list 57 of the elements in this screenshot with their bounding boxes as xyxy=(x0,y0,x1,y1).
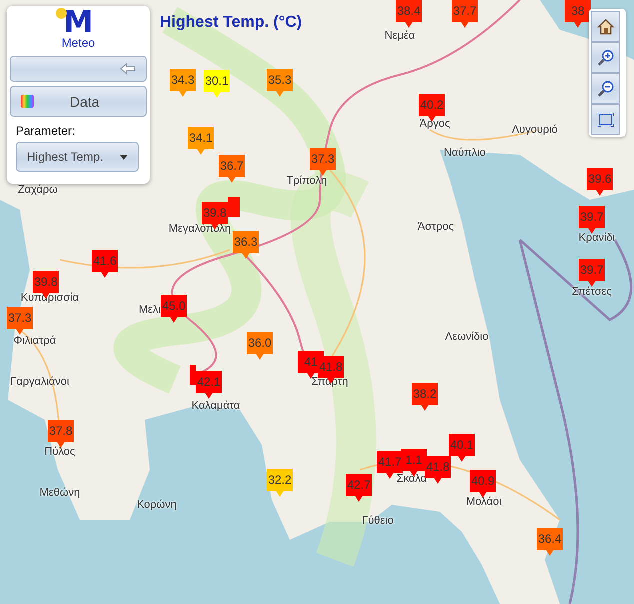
temperature-marker[interactable]: 36.7 xyxy=(219,155,245,183)
place-label: Ναύπλιο xyxy=(444,147,486,159)
temperature-marker[interactable]: 41.8 xyxy=(425,456,451,484)
temperature-marker[interactable]: 40.9 xyxy=(470,470,496,498)
logo-mark: M xyxy=(64,10,94,36)
temperature-marker[interactable]: 30.1 xyxy=(204,70,230,98)
place-label: Σπέτσες xyxy=(572,286,612,298)
place-label: Κορώνη xyxy=(137,499,177,511)
caret-icon xyxy=(120,154,128,160)
parameter-dropdown[interactable]: Highest Temp. xyxy=(16,142,139,172)
temperature-marker[interactable]: 36.4 xyxy=(537,528,563,556)
temperature-marker[interactable]: 34.3 xyxy=(170,69,196,97)
zoom-in-button[interactable] xyxy=(591,42,620,73)
zoom-out-button[interactable] xyxy=(591,73,620,104)
home-button[interactable] xyxy=(591,11,620,42)
map-title: Highest Temp. (°C) xyxy=(160,14,302,32)
place-label: Μεθώνη xyxy=(40,487,80,499)
zoom-out-icon xyxy=(596,80,614,98)
zoom-in-icon xyxy=(596,48,614,66)
temperature-marker[interactable]: 34.1 xyxy=(188,127,214,155)
place-label: Καλαμάτα xyxy=(192,400,240,412)
left-arrow-icon xyxy=(120,63,136,75)
place-label: Άστρος xyxy=(418,221,454,233)
temperature-marker[interactable]: 39.6 xyxy=(587,168,613,196)
temperature-marker[interactable]: 36.3 xyxy=(233,231,259,259)
fit-extent-icon xyxy=(598,112,614,126)
place-label: Μελι xyxy=(139,304,161,316)
temperature-marker[interactable]: 38.4 xyxy=(396,0,422,28)
temperature-marker[interactable] xyxy=(190,365,196,385)
place-label: Ζαχάρω xyxy=(18,184,58,196)
temperature-marker[interactable]: 37.7 xyxy=(452,0,478,28)
place-label: Μολάοι xyxy=(466,496,502,508)
sun-icon xyxy=(56,8,67,19)
temperature-marker[interactable] xyxy=(228,197,240,217)
home-icon xyxy=(596,18,614,36)
place-label: Λεωνίδιο xyxy=(445,331,489,343)
temperature-marker[interactable]: 38.2 xyxy=(412,383,438,411)
parameter-label: Parameter: xyxy=(16,124,76,138)
temperature-marker[interactable]: 37.3 xyxy=(7,307,33,335)
temperature-marker[interactable]: 40.1 xyxy=(449,434,475,462)
temperature-marker[interactable]: 37.8 xyxy=(48,420,74,448)
place-label: Νεμέα xyxy=(384,30,416,42)
place-label: Λυγουριό xyxy=(512,124,558,136)
place-label: Κρανίδι xyxy=(578,232,616,244)
temperature-marker[interactable]: 41.6 xyxy=(92,250,118,278)
temperature-marker[interactable]: 42.7 xyxy=(346,474,372,502)
fit-button[interactable] xyxy=(591,104,620,135)
data-button[interactable]: Data xyxy=(10,86,147,117)
temperature-marker[interactable]: 39.7 xyxy=(579,206,605,234)
logo-name: Meteo xyxy=(62,36,96,50)
palette-icon xyxy=(21,95,34,108)
place-label: Πύλος xyxy=(44,446,76,458)
temperature-marker[interactable]: 37.3 xyxy=(310,148,336,176)
temperature-marker[interactable]: 42.1 xyxy=(196,371,222,399)
temperature-marker[interactable]: 32.2 xyxy=(267,469,293,497)
temperature-marker[interactable]: 36.0 xyxy=(247,332,273,360)
place-label: Γύθειο xyxy=(362,515,394,527)
